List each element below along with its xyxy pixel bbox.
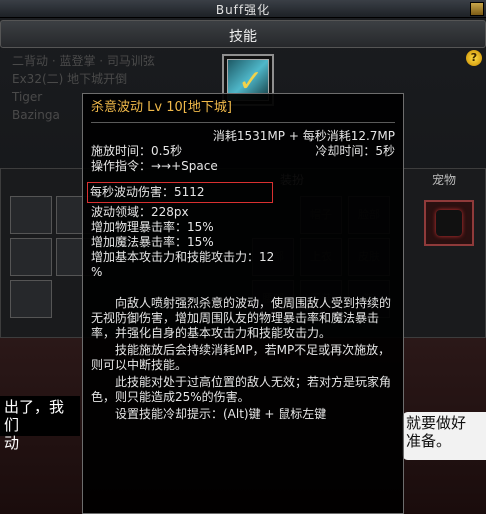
cast-time: 施放时间：0.5秒: [91, 144, 183, 158]
stat-line: 增加魔法暴击率：15%: [91, 235, 214, 249]
command: 操作指令：→→+Space: [91, 159, 218, 173]
equip-slot[interactable]: [10, 238, 52, 276]
chat-line: 出了，我们: [4, 398, 65, 434]
tooltip-title: 杀意波动 Lv 10[地下城]: [91, 100, 395, 115]
stat-line: %: [91, 265, 103, 279]
cooldown: 冷却时间：5秒: [315, 144, 395, 158]
speech-line: 准备。: [406, 432, 452, 450]
highlighted-damage: 每秒波动伤害：5112: [87, 182, 273, 203]
skill-tooltip: 杀意波动 Lv 10[地下城] 消耗1531MP + 每秒消耗12.7MP 施放…: [82, 93, 404, 514]
divider: [91, 122, 395, 123]
pet-icon: [436, 210, 462, 236]
description: 此技能对处于过高位置的敌人无效；若对方是玩家角色，则只能造成25%的伤害。: [91, 375, 392, 404]
list-item: Ex32(二) 地下城开倒: [12, 72, 128, 86]
stat-list: 波动领域：228px 增加物理暴击率：15% 增加魔法暴击率：15% 增加基本攻…: [91, 205, 395, 280]
description: 设置技能冷却提示：(Alt)键 + 鼠标左键: [115, 407, 327, 421]
help-icon[interactable]: ?: [466, 50, 482, 66]
description: 向敌人喷射强烈杀意的波动，使周围敌人受到持续的无视防御伤害，增加周围队友的物理暴…: [91, 296, 392, 340]
skill-name: 杀意波动: [91, 100, 144, 115]
speech-line: 就要做好: [406, 414, 467, 432]
skill-level: Lv 10: [147, 100, 183, 115]
skill-panel-header: 技能: [0, 20, 486, 48]
stat-line: 增加基本攻击力和技能攻击力：12: [91, 250, 275, 264]
stat-line: 波动领域：228px: [91, 205, 189, 219]
speech-bubble: 就要做好 准备。: [402, 412, 486, 460]
chat-line: 动: [4, 434, 20, 452]
window-title: Buff强化: [215, 3, 271, 17]
close-icon[interactable]: [470, 2, 484, 16]
skill-tag: [地下城]: [182, 100, 232, 115]
description: 技能施放后会持续消耗MP，若MP不足或再次施放，则可以中断技能。: [91, 343, 391, 372]
chat-bubble-left: 出了，我们 动: [0, 396, 80, 452]
skill-panel-title: 技能: [229, 29, 257, 45]
list-item: 二背动 · 蓝登掌 · 司马训弦: [12, 54, 155, 68]
window-titlebar: Buff强化: [0, 0, 486, 18]
pet-slot[interactable]: [424, 200, 474, 246]
timing-row: 施放时间：0.5秒 冷却时间：5秒: [91, 144, 395, 159]
mp-cost: 消耗1531MP + 每秒消耗12.7MP: [212, 129, 395, 143]
stat-line: 增加物理暴击率：15%: [91, 220, 214, 234]
equip-slot[interactable]: [10, 280, 52, 318]
equip-slot[interactable]: [10, 196, 52, 234]
tab-pet[interactable]: 宠物: [432, 171, 456, 191]
